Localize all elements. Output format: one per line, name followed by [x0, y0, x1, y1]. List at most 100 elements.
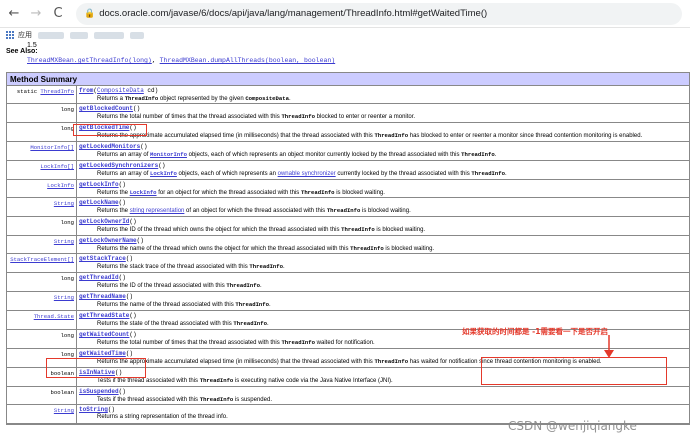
highlight-getblockedtime — [73, 124, 147, 136]
return-type[interactable]: String — [54, 294, 74, 301]
method-link[interactable]: getLockOwnerId — [79, 218, 129, 225]
method-link[interactable]: getBlockedCount — [79, 105, 133, 112]
blurred-bookmark[interactable] — [38, 31, 64, 39]
apps-grid-icon[interactable] — [6, 31, 14, 39]
see-also-link-dumpallthreads[interactable]: ThreadMXBean.dumpAllThreads(boolean, boo… — [160, 57, 336, 64]
return-type: long — [60, 125, 74, 132]
return-type: long — [60, 275, 74, 282]
method-link[interactable]: getThreadName — [79, 293, 126, 300]
return-type: long — [60, 332, 74, 339]
method-signature: getThreadState() — [79, 312, 137, 319]
return-type: long — [60, 219, 74, 226]
blurred-bookmark[interactable] — [70, 31, 88, 39]
method-description: Returns the approximate accumulated elap… — [97, 132, 643, 139]
method-signature: getThreadId() — [79, 274, 126, 281]
return-type[interactable]: LockInfo — [47, 182, 74, 189]
return-type[interactable]: MonitorInfo[] — [30, 144, 74, 151]
method-cell: getBlockedTime() Returns the approximate … — [77, 123, 689, 141]
address-bar[interactable]: 🔒 docs.oracle.com/javase/6/docs/api/java… — [76, 2, 682, 25]
method-signature: isSuspended() — [79, 388, 126, 395]
method-cell: isSuspended() Tests if the thread associa… — [77, 387, 689, 404]
method-link[interactable]: getWaitedTime — [79, 350, 126, 357]
see-also-link-getthreadinfo[interactable]: ThreadMXBean.getThreadInfo(long) — [27, 57, 152, 64]
method-signature: getStackTrace() — [79, 255, 134, 262]
return-type[interactable]: LockInfo[] — [40, 163, 74, 170]
method-row-from: static ThreadInfo from(CompositeData cd) R… — [7, 86, 689, 104]
return-type-cell: static ThreadInfo — [7, 86, 77, 103]
lock-icon[interactable]: 🔒 — [84, 9, 95, 19]
reload-icon[interactable]: C — [50, 6, 66, 22]
method-link[interactable]: getStackTrace — [79, 255, 126, 262]
method-signature: getLockedMonitors() — [79, 143, 148, 150]
method-cell: getLockOwnerId() Returns the ID of the th… — [77, 217, 689, 235]
return-type[interactable]: StackTraceElement[] — [10, 256, 74, 263]
method-signature: getLockName() — [79, 199, 126, 206]
return-type: boolean — [50, 389, 75, 396]
method-description: Returns the total number of times that t… — [97, 113, 416, 120]
method-link[interactable]: getWaitedCount — [79, 331, 129, 338]
method-signature: from(CompositeData cd) — [79, 87, 159, 94]
method-row-issuspended: boolean isSuspended() Tests if the thread … — [7, 387, 689, 405]
see-also-links: ThreadMXBean.getThreadInfo(long), Thread… — [27, 57, 336, 64]
return-type: long — [60, 106, 74, 113]
method-cell: getLockName() Returns the string represen… — [77, 198, 689, 216]
method-link[interactable]: getLockedMonitors — [79, 143, 140, 150]
return-type-cell: long — [7, 273, 77, 291]
method-description: Returns the ID of the thread which owns … — [97, 226, 426, 233]
method-link[interactable]: getLockInfo — [79, 181, 119, 188]
method-link[interactable]: from — [79, 87, 93, 94]
blurred-bookmark[interactable] — [130, 31, 144, 39]
return-type-cell: long — [7, 330, 77, 348]
return-type-cell: String — [7, 292, 77, 310]
method-signature: getLockOwnerName() — [79, 237, 144, 244]
method-row-getthreadid: long getThreadId() Returns the ID of the t… — [7, 273, 689, 292]
method-link[interactable]: getThreadId — [79, 274, 119, 281]
method-link[interactable]: getLockName — [79, 199, 119, 206]
param-type-link[interactable]: CompositeData — [97, 87, 144, 94]
return-type[interactable]: ThreadInfo — [40, 88, 74, 95]
method-cell: getLockInfo() Returns the LockInfo for an… — [77, 180, 689, 197]
method-description: Returns the total number of times that t… — [97, 339, 375, 346]
return-type-cell: LockInfo — [7, 180, 77, 197]
method-row-getblockedcount: long getBlockedCount() Returns the total n… — [7, 104, 689, 123]
method-row-getlockownername: String getLockOwnerName() Returns the name… — [7, 236, 689, 254]
method-signature: getBlockedTime() — [79, 124, 137, 131]
forward-arrow-icon[interactable]: → — [28, 6, 44, 22]
method-description: Returns the LockInfo for an object for w… — [97, 189, 385, 196]
method-description: Returns the name of the thread associate… — [97, 301, 271, 308]
return-type[interactable]: String — [54, 200, 74, 207]
return-type-cell: String — [7, 405, 77, 423]
method-link[interactable]: toString — [79, 406, 108, 413]
highlight-contention-monitoring — [481, 357, 667, 385]
back-arrow-icon[interactable]: ← — [6, 6, 22, 22]
annotation-arrow-icon — [604, 335, 614, 358]
apps-label[interactable]: 应用 — [18, 30, 32, 40]
return-type-cell: long — [7, 217, 77, 235]
highlight-getwaitedtime — [46, 358, 146, 378]
method-description: Returns an array of LockInfo objects, ea… — [97, 170, 507, 177]
method-cell: getLockOwnerName() Returns the name of th… — [77, 236, 689, 253]
method-description: Returns the ID of the thread associated … — [97, 282, 262, 289]
method-cell: getLockedSynchronizers() Returns an array… — [77, 161, 689, 179]
method-description: Returns the string representation of an … — [97, 207, 411, 214]
see-also-label: See Also: — [6, 48, 38, 55]
method-row-getlockedmonitors: MonitorInfo[] getLockedMonitors() Returns … — [7, 142, 689, 161]
blurred-bookmark[interactable] — [94, 31, 124, 39]
method-link[interactable]: getLockOwnerName — [79, 237, 137, 244]
method-cell: from(CompositeData cd) Returns a ThreadIn… — [77, 86, 689, 103]
method-link[interactable]: isSuspended — [79, 388, 119, 395]
return-type-cell: long — [7, 104, 77, 122]
return-type[interactable]: String — [54, 238, 74, 245]
method-link[interactable]: getThreadState — [79, 312, 129, 319]
return-type: long — [60, 351, 74, 358]
return-type[interactable]: Thread.State — [34, 313, 74, 320]
return-type[interactable]: String — [54, 407, 74, 414]
annotation-callout: 如果获取的时间都是 -1需要看一下是否开启 — [462, 327, 608, 336]
method-signature: getLockInfo() — [79, 181, 126, 188]
return-type-cell: long — [7, 123, 77, 141]
return-type-cell: MonitorInfo[] — [7, 142, 77, 160]
method-description: Tests if the thread associated with this… — [97, 396, 272, 403]
method-row-getthreadname: String getThreadName() Returns the name of… — [7, 292, 689, 311]
method-description: Returns the name of the thread which own… — [97, 245, 435, 252]
method-link[interactable]: getLockedSynchronizers — [79, 162, 158, 169]
